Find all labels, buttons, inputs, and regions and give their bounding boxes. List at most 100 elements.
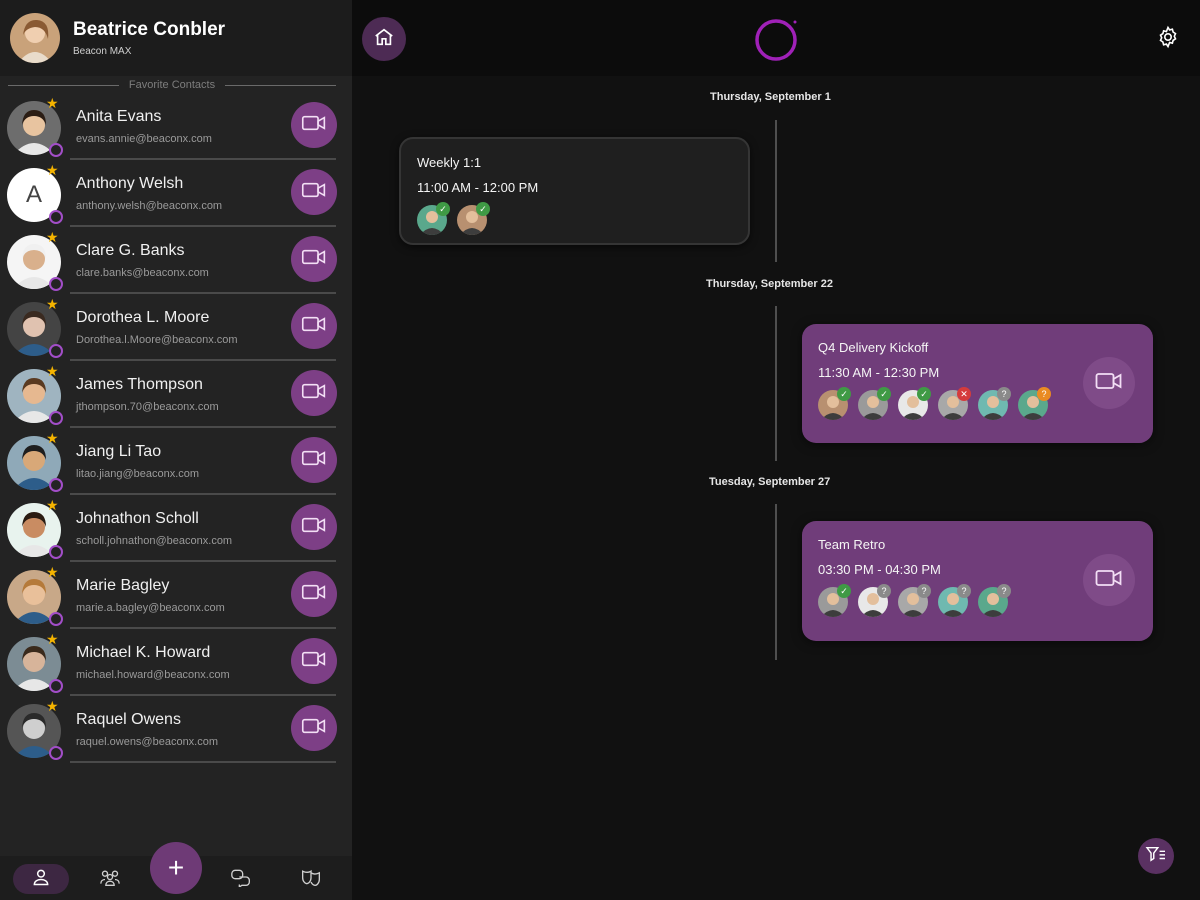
video-camera-icon [301, 650, 327, 673]
rsvp-pending-icon: ? [917, 584, 931, 598]
video-call-button[interactable] [291, 437, 337, 483]
contact-email: litao.jiang@beaconx.com [76, 468, 200, 480]
contact-item[interactable]: ★ Anita Evans evans.annie@beaconx.com [0, 96, 352, 163]
timeline-connector [775, 120, 777, 262]
contact-item[interactable]: ★ Michael K. Howard michael.howard@beaco… [0, 632, 352, 699]
video-camera-icon [301, 717, 327, 740]
contact-email: clare.banks@beaconx.com [76, 267, 209, 279]
nav-contacts-tab[interactable] [13, 864, 69, 894]
presence-status-icon [49, 478, 63, 492]
home-icon [373, 26, 395, 53]
gear-icon [1156, 25, 1180, 54]
meeting-title: Weekly 1:1 [417, 155, 482, 170]
group-icon [99, 867, 121, 892]
attendee-avatar: ✓ [457, 202, 490, 235]
video-call-button[interactable] [291, 571, 337, 617]
divider [70, 627, 336, 629]
contact-name: Johnathon Scholl [76, 510, 199, 527]
contact-name: Anthony Welsh [76, 175, 184, 192]
divider [70, 292, 336, 294]
timeline-connector [775, 306, 777, 461]
presence-status-icon [49, 210, 63, 224]
profile-header[interactable]: Beatrice Conbler Beacon MAX [0, 0, 352, 76]
meeting-card[interactable]: Team Retro 03:30 PM - 04:30 PM ✓ ? ? ? ? [802, 521, 1153, 641]
favorite-star-icon[interactable]: ★ [46, 163, 59, 177]
contact-name: James Thompson [76, 376, 203, 393]
video-camera-icon [301, 114, 327, 137]
favorite-star-icon[interactable]: ★ [46, 96, 59, 110]
contact-email: scholl.johnathon@beaconx.com [76, 535, 233, 547]
contact-item[interactable]: ★ Dorothea L. Moore Dorothea.l.Moore@bea… [0, 297, 352, 364]
attendee-avatar: ✓ [898, 387, 931, 420]
video-call-button[interactable] [291, 504, 337, 550]
nav-groups-tab[interactable] [82, 864, 138, 894]
plus-icon: + [167, 852, 185, 883]
rsvp-pending-icon: ? [997, 387, 1011, 401]
video-call-button[interactable] [291, 102, 337, 148]
nav-chat-tab[interactable] [213, 864, 269, 894]
add-button[interactable]: + [150, 842, 202, 894]
contact-item[interactable]: ★ James Thompson jthompson.70@beaconx.co… [0, 364, 352, 431]
video-call-button[interactable] [291, 303, 337, 349]
filter-button[interactable] [1138, 838, 1174, 874]
meeting-title: Q4 Delivery Kickoff [818, 340, 929, 355]
attendee-avatar: ? [938, 584, 971, 617]
video-camera-icon [301, 583, 327, 606]
favorite-star-icon[interactable]: ★ [46, 632, 59, 646]
contact-item[interactable]: ★ Marie Bagley marie.a.bagley@beaconx.co… [0, 565, 352, 632]
presence-status-icon [49, 344, 63, 358]
home-button[interactable] [362, 17, 406, 61]
presence-status-icon [49, 679, 63, 693]
rsvp-pending-icon: ? [877, 584, 891, 598]
rsvp-pending-icon: ? [957, 584, 971, 598]
favorite-star-icon[interactable]: ★ [46, 297, 59, 311]
rsvp-accepted-icon: ✓ [877, 387, 891, 401]
join-video-button[interactable] [1083, 554, 1135, 606]
contact-email: Dorothea.l.Moore@beaconx.com [76, 334, 238, 346]
contact-item[interactable]: ★ Raquel Owens raquel.owens@beaconx.com [0, 699, 352, 766]
profile-name: Beatrice Conbler [73, 19, 226, 40]
join-video-button[interactable] [1083, 357, 1135, 409]
video-call-button[interactable] [291, 638, 337, 684]
favorite-star-icon[interactable]: ★ [46, 699, 59, 713]
date-label: Thursday, September 22 [706, 278, 833, 290]
contact-item[interactable]: A ★ Anthony Welsh anthony.welsh@beaconx.c… [0, 163, 352, 230]
rsvp-accepted-icon: ✓ [917, 387, 931, 401]
settings-button[interactable] [1154, 25, 1182, 53]
video-camera-icon [301, 248, 327, 271]
beacon-logo-icon [753, 17, 799, 63]
date-label: Thursday, September 1 [710, 91, 831, 103]
favorite-star-icon[interactable]: ★ [46, 498, 59, 512]
video-call-button[interactable] [291, 705, 337, 751]
contact-email: raquel.owens@beaconx.com [76, 736, 219, 748]
video-call-button[interactable] [291, 169, 337, 215]
attendee-avatar: ? [978, 584, 1011, 617]
video-call-button[interactable] [291, 370, 337, 416]
divider [70, 493, 336, 495]
presence-status-icon [49, 612, 63, 626]
chat-icon [230, 867, 252, 892]
divider [70, 158, 336, 160]
contact-item[interactable]: ★ Johnathon Scholl scholl.johnathon@beac… [0, 498, 352, 565]
video-camera-icon [301, 382, 327, 405]
person-icon [31, 867, 51, 892]
contact-name: Dorothea L. Moore [76, 309, 210, 326]
video-call-button[interactable] [291, 236, 337, 282]
sidebar: Beatrice Conbler Beacon MAX Favorite Con… [0, 0, 352, 900]
nav-masks-tab[interactable] [283, 864, 339, 894]
favorite-star-icon[interactable]: ★ [46, 431, 59, 445]
video-camera-icon [301, 449, 327, 472]
rsvp-accepted-icon: ✓ [837, 387, 851, 401]
contact-item[interactable]: ★ Clare G. Banks clare.banks@beaconx.com [0, 230, 352, 297]
presence-status-icon [49, 746, 63, 760]
meeting-card[interactable]: Q4 Delivery Kickoff 11:30 AM - 12:30 PM … [802, 324, 1153, 443]
contact-item[interactable]: ★ Jiang Li Tao litao.jiang@beaconx.com [0, 431, 352, 498]
favorite-star-icon[interactable]: ★ [46, 364, 59, 378]
attendee-avatar: ✕ [938, 387, 971, 420]
meeting-card[interactable]: Weekly 1:1 11:00 AM - 12:00 PM ✓ ✓ [399, 137, 750, 245]
video-camera-icon [301, 181, 327, 204]
favorite-star-icon[interactable]: ★ [46, 230, 59, 244]
divider [70, 560, 336, 562]
favorite-star-icon[interactable]: ★ [46, 565, 59, 579]
favorites-section-title: Favorite Contacts [8, 78, 337, 92]
